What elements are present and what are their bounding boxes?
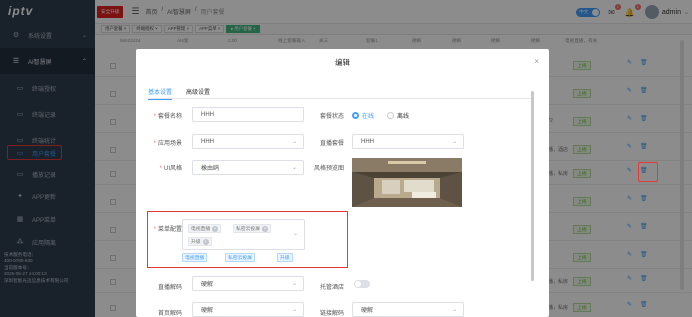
- select-value: HHH: [361, 138, 374, 145]
- radio-dot: [352, 112, 359, 119]
- select-value: 橡由鸥: [201, 166, 220, 172]
- live-package-label: 直播套餐: [319, 141, 344, 147]
- radio-label: 在线: [362, 114, 375, 120]
- close-icon[interactable]: ×: [262, 225, 268, 232]
- menu-option[interactable]: 升级: [277, 253, 293, 262]
- link-decode-select[interactable]: 硬解 ⌄: [352, 302, 464, 317]
- link-decode-label: 链接解码: [319, 311, 344, 317]
- chevron-down-icon: ⌄: [291, 165, 297, 171]
- scene-select[interactable]: HHH ⌄: [192, 134, 304, 149]
- label-text: 套餐名称: [157, 114, 182, 120]
- close-icon[interactable]: ×: [202, 238, 209, 245]
- label-text: 应用场景: [157, 141, 182, 147]
- tab-divider: [148, 98, 533, 99]
- chevron-down-icon: ⌄: [451, 307, 457, 313]
- package-name-input[interactable]: HHH: [192, 107, 304, 122]
- scene-label: * 应用场景: [144, 138, 182, 147]
- select-value: 硬解: [201, 308, 214, 314]
- chevron-down-icon: ⌄: [451, 139, 457, 145]
- hosting-hotel-label: 托管酒店: [319, 285, 344, 291]
- menu-option[interactable]: 私密云投屏: [225, 253, 255, 262]
- style-preview-image: [352, 158, 462, 207]
- label-text: 菜单配置: [157, 227, 182, 233]
- homepage-decode-select[interactable]: 硬解 ⌄: [192, 302, 304, 317]
- required-mark: *: [153, 141, 156, 147]
- dialog-title: 编辑: [335, 58, 350, 67]
- dialog-scrollbar[interactable]: [531, 91, 534, 281]
- homepage-decode-label: 首页解码: [157, 311, 182, 317]
- status-offline-radio[interactable]: 离线: [387, 111, 409, 120]
- select-value: 硬解: [361, 308, 374, 314]
- tag-label: 升级: [191, 240, 201, 245]
- switch-knob: [355, 281, 361, 287]
- menu-config-label: * 菜单配置: [144, 224, 182, 233]
- menu-option[interactable]: 电视直播: [182, 253, 208, 262]
- chevron-down-icon: ⌄: [291, 307, 297, 313]
- status-online-radio[interactable]: 在线: [352, 111, 374, 120]
- highlight-box-edit: [638, 162, 658, 182]
- tag-label: 私密云投屏: [236, 227, 260, 232]
- style-preview-label: 风格预览图: [313, 166, 344, 172]
- ui-style-label: * UI风格: [144, 163, 182, 172]
- required-mark: *: [159, 166, 162, 172]
- live-decode-label: 直播解码: [157, 285, 182, 291]
- chevron-down-icon: ⌄: [292, 231, 298, 237]
- radio-label: 离线: [397, 114, 410, 120]
- label-text: UI风格: [163, 166, 182, 172]
- package-name-label: * 套餐名称: [144, 111, 182, 120]
- menu-multiselect[interactable]: 电视直播 × 私密云投屏 × 升级 × ⌄: [182, 219, 305, 250]
- hosting-hotel-switch[interactable]: [354, 280, 370, 288]
- chevron-down-icon: ⌄: [291, 281, 297, 287]
- menu-tag[interactable]: 升级 ×: [188, 237, 212, 246]
- ui-style-select[interactable]: 橡由鸥 ⌄: [192, 160, 304, 175]
- edit-dialog: 编辑 × 基本设置 高级设置 * 套餐名称 HHH 套餐状态 在线 离线 * 应用场…: [136, 49, 549, 317]
- chevron-down-icon: ⌄: [291, 139, 297, 145]
- required-mark: *: [153, 227, 156, 233]
- room-preview-illustration: [352, 158, 462, 207]
- select-value: 硬解: [201, 282, 214, 288]
- package-status-label: 套餐状态: [319, 114, 344, 120]
- close-icon[interactable]: ×: [212, 225, 219, 232]
- close-icon[interactable]: ×: [534, 57, 539, 66]
- live-package-select[interactable]: HHH ⌄: [352, 134, 464, 149]
- app-root: { "app": {"logo": "iptv"}, "sidebar": { …: [0, 0, 692, 317]
- live-decode-select[interactable]: 硬解 ⌄: [192, 276, 304, 291]
- menu-tag[interactable]: 私密云投屏 ×: [233, 224, 271, 233]
- required-mark: *: [153, 114, 156, 120]
- tag-label: 电视直播: [191, 227, 211, 232]
- menu-tag[interactable]: 电视直播 ×: [188, 224, 222, 233]
- select-value: HHH: [201, 138, 214, 145]
- radio-dot: [387, 112, 394, 119]
